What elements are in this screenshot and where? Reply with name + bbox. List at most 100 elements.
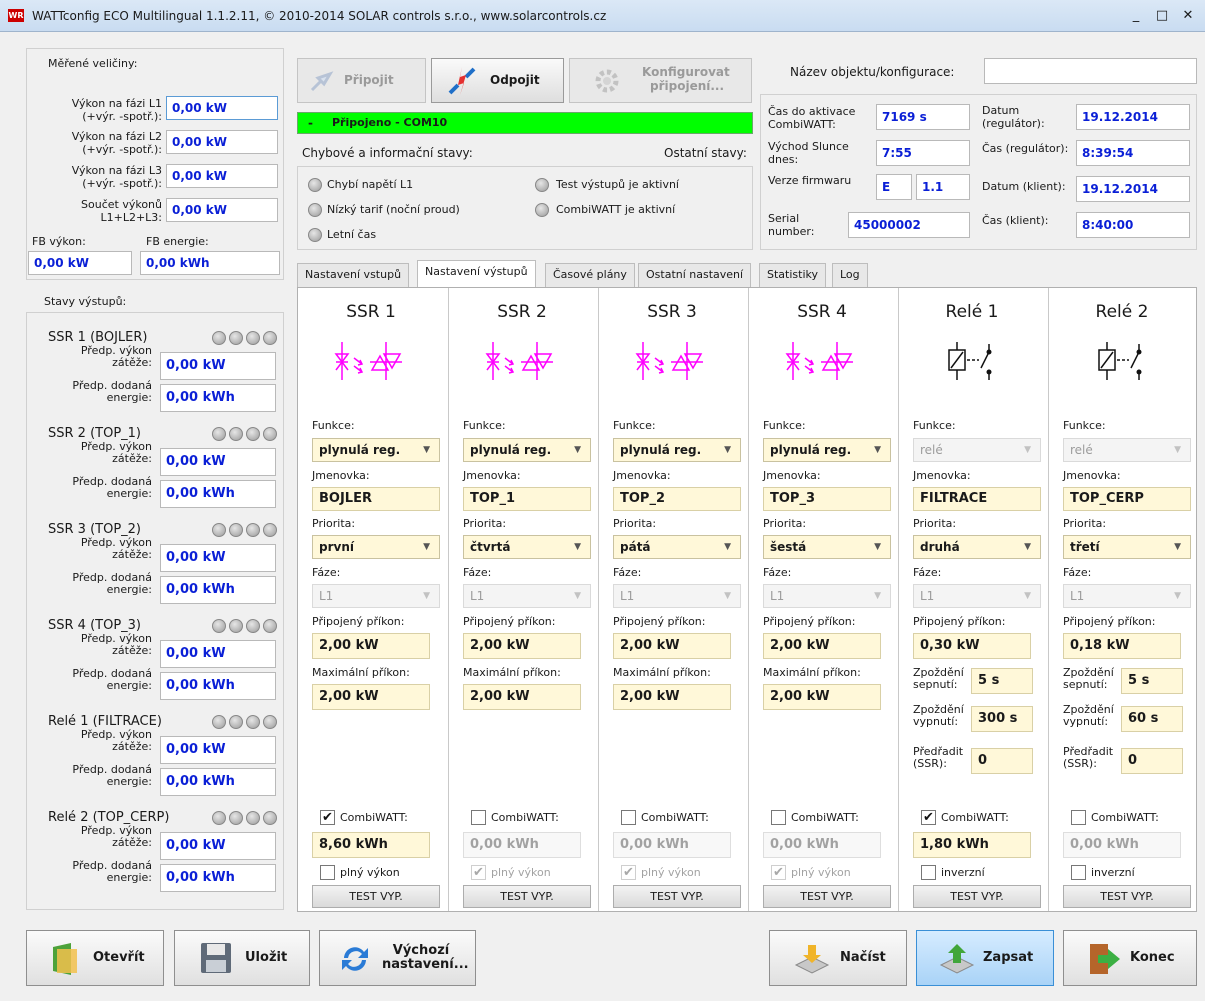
delay-off-input[interactable]: 60 s [1121,706,1183,732]
name-label: Jmenovka: [613,469,671,482]
phase-select[interactable]: L1 ▼ [463,584,591,608]
test-output-button[interactable]: TEST VYP. [1063,885,1191,908]
full-power-checkbox[interactable]: ✔ [471,865,486,880]
max-power-input[interactable]: 2,00 kW [613,684,731,710]
phase-select[interactable]: L1 ▼ [1063,584,1191,608]
combiwatt-energy-input[interactable]: 0,00 kWh [613,832,731,858]
output-led [263,715,277,729]
test-output-button[interactable]: TEST VYP. [463,885,591,908]
predicted-power-value: 0,00 kW [160,736,276,764]
name-input[interactable]: TOP_2 [613,487,741,511]
test-output-button[interactable]: TEST VYP. [613,885,741,908]
open-button[interactable]: Otevřít [26,930,164,986]
test-output-button[interactable]: TEST VYP. [913,885,1041,908]
tab-input-settings[interactable]: Nastavení vstupů [297,263,410,287]
priority-select[interactable]: první ▼ [312,535,440,559]
function-select[interactable]: plynulá reg. ▼ [763,438,891,462]
configure-label-2: připojení... [650,79,725,93]
tab-statistics[interactable]: Statistiky [759,263,826,287]
function-select[interactable]: plynulá reg. ▼ [463,438,591,462]
object-name-input[interactable] [984,58,1197,84]
combiwatt-energy-input[interactable]: 1,80 kWh [913,832,1031,858]
combiwatt-energy-input[interactable]: 0,00 kWh [463,832,581,858]
close-button[interactable]: ✕ [1176,6,1200,26]
max-power-input[interactable]: 2,00 kW [463,684,581,710]
time-client-label: Čas (klient): [982,214,1049,227]
function-select[interactable]: plynulá reg. ▼ [613,438,741,462]
full-power-checkbox[interactable] [320,865,335,880]
configure-connection-button[interactable]: Konfigurovat připojení... [569,58,752,103]
load-button[interactable]: Načíst [769,930,907,986]
max-power-input[interactable]: 2,00 kW [312,684,430,710]
connected-power-input[interactable]: 2,00 kW [312,633,430,659]
floppy-disk-icon [201,943,231,973]
combiwatt-checkbox[interactable] [471,810,486,825]
connected-power-input[interactable]: 0,30 kW [913,633,1031,659]
delay-on-label-2: sepnutí: [1063,678,1108,691]
measured-value-sum: 0,00 kW [166,198,278,222]
maximize-button[interactable]: □ [1150,6,1174,26]
function-select[interactable]: relé ▼ [1063,438,1191,462]
pre-ssr-input[interactable]: 0 [971,748,1033,774]
refresh-icon [342,947,368,971]
write-button[interactable]: Zapsat [916,930,1054,986]
save-button[interactable]: Uložit [174,930,310,986]
connected-power-input[interactable]: 2,00 kW [763,633,881,659]
combiwatt-energy-input[interactable]: 0,00 kWh [763,832,881,858]
chevron-down-icon: ▼ [724,542,731,552]
combiwatt-checkbox[interactable] [771,810,786,825]
connected-power-input[interactable]: 2,00 kW [613,633,731,659]
delay-on-input[interactable]: 5 s [1121,668,1183,694]
combiwatt-checkbox[interactable]: ✔ [320,810,335,825]
measured-value-l2: 0,00 kW [166,130,278,154]
priority-select[interactable]: čtvrtá ▼ [463,535,591,559]
phase-select[interactable]: L1 ▼ [613,584,741,608]
tab-time-plans[interactable]: Časové plány [545,263,635,287]
phase-select[interactable]: L1 ▼ [763,584,891,608]
full-power-checkbox[interactable]: ✔ [771,865,786,880]
tab-log[interactable]: Log [832,263,868,287]
full-power-checkbox[interactable]: ✔ [621,865,636,880]
name-input[interactable]: FILTRACE [913,487,1041,511]
disconnect-button[interactable]: Odpojit [431,58,564,103]
date-regulator-label-2: (regulátor): [982,117,1045,130]
name-input[interactable]: TOP_CERP [1063,487,1191,511]
name-input[interactable]: BOJLER [312,487,440,511]
phase-select[interactable]: L1 ▼ [913,584,1041,608]
max-power-input[interactable]: 2,00 kW [763,684,881,710]
connected-power-label: Připojený příkon: [312,615,405,628]
pre-ssr-input[interactable]: 0 [1121,748,1183,774]
combiwatt-checkbox[interactable] [621,810,636,825]
output-led [212,811,226,825]
phase-select[interactable]: L1 ▼ [312,584,440,608]
name-input[interactable]: TOP_1 [463,487,591,511]
test-output-button[interactable]: TEST VYP. [763,885,891,908]
priority-select[interactable]: pátá ▼ [613,535,741,559]
combiwatt-checkbox[interactable] [1071,810,1086,825]
priority-select[interactable]: druhá ▼ [913,535,1041,559]
inverse-checkbox[interactable] [921,865,936,880]
connect-button[interactable]: Připojit [297,58,426,103]
priority-select[interactable]: šestá ▼ [763,535,891,559]
combiwatt-energy-input[interactable]: 0,00 kWh [1063,832,1181,858]
predicted-energy-label: Předp. dodaná energie: [72,859,152,884]
defaults-button[interactable]: Výchozí nastavení... [319,930,476,986]
inverse-checkbox[interactable] [1071,865,1086,880]
tab-other-settings[interactable]: Ostatní nastavení [638,263,752,287]
connected-power-input[interactable]: 2,00 kW [463,633,581,659]
firmware-label: Verze firmwaru [768,174,852,187]
name-input[interactable]: TOP_3 [763,487,891,511]
function-select[interactable]: plynulá reg. ▼ [312,438,440,462]
combiwatt-checkbox[interactable]: ✔ [921,810,936,825]
exit-button[interactable]: Konec [1063,930,1197,986]
predicted-power-label: Předp. výkon zátěže: [80,536,152,561]
tab-output-settings[interactable]: Nastavení výstupů [417,260,536,288]
test-output-button[interactable]: TEST VYP. [312,885,440,908]
priority-select[interactable]: třetí ▼ [1063,535,1191,559]
delay-on-input[interactable]: 5 s [971,668,1033,694]
connected-power-input[interactable]: 0,18 kW [1063,633,1181,659]
combiwatt-energy-input[interactable]: 8,60 kWh [312,832,430,858]
minimize-button[interactable]: _ [1124,6,1148,26]
delay-off-input[interactable]: 300 s [971,706,1033,732]
function-select[interactable]: relé ▼ [913,438,1041,462]
